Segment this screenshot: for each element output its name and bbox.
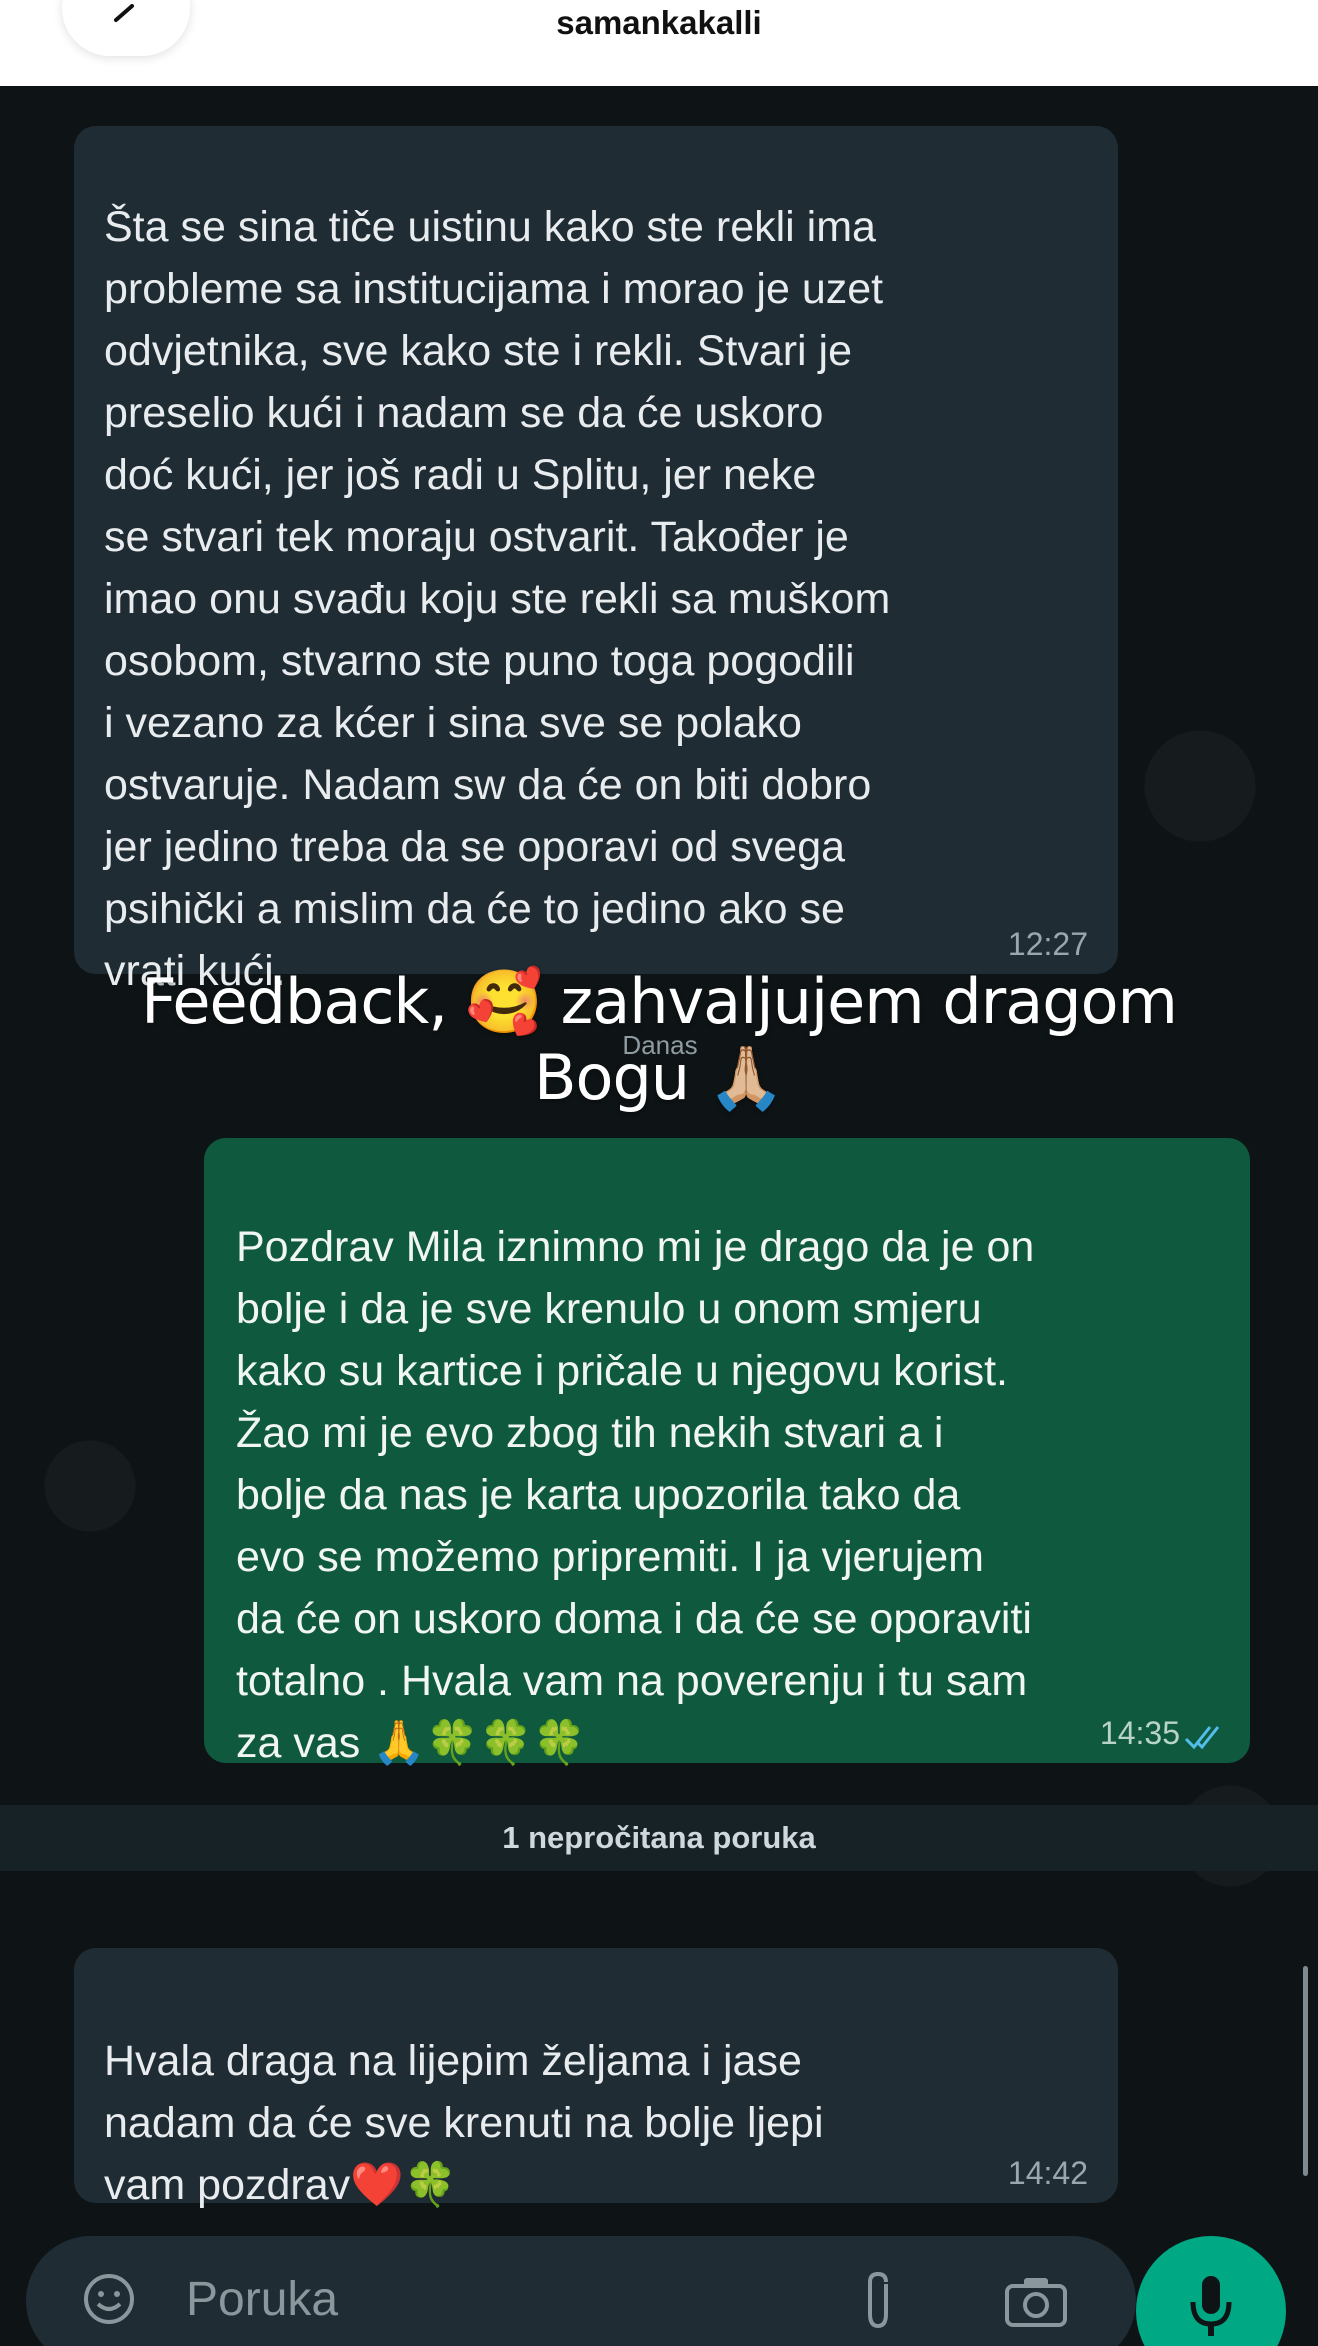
story-caption: Feedback, 🥰 zahvaljujem dragom Bogu 🙏🏼 (0, 964, 1318, 1116)
message-time: 12:27 (1007, 926, 1088, 962)
attach-icon[interactable] (856, 2270, 900, 2332)
message-text: Pozdrav Mila iznimno mi je drago da je o… (236, 1223, 1035, 1767)
message-time: 14:35 (1099, 1715, 1180, 1751)
message-input[interactable]: Poruka (186, 2272, 338, 2327)
chat-screenshot: Šta se sina tiče uistinu kako ste rekli … (0, 86, 1318, 2346)
mic-icon (1190, 2276, 1232, 2336)
incoming-message[interactable]: Šta se sina tiče uistinu kako ste rekli … (74, 126, 1118, 995)
username-title[interactable]: samankakalli (0, 4, 1318, 42)
caption-line-2: Bogu 🙏🏼 (533, 1041, 785, 1114)
message-text: Šta se sina tiče uistinu kako ste rekli … (104, 203, 891, 995)
message-time: 14:42 (1007, 2155, 1088, 2191)
camera-icon[interactable] (1004, 2276, 1068, 2328)
story-header: samankakalli (0, 0, 1318, 86)
message-text: Hvala draga na lijepim željama i jase na… (104, 2037, 824, 2209)
incoming-message[interactable]: Hvala draga na lijepim željama i jase na… (74, 1948, 1118, 2209)
double-check-icon (1184, 1726, 1220, 1750)
message-composer[interactable]: Poruka (26, 2236, 1136, 2346)
caption-line-1: Feedback, 🥰 zahvaljujem dragom (141, 965, 1178, 1038)
outgoing-message[interactable]: Pozdrav Mila iznimno mi je drago da je o… (204, 1138, 1250, 1767)
mic-button[interactable] (1136, 2236, 1286, 2346)
story-page: samankakalli Šta se sina tiče uistinu ka… (0, 0, 1318, 2346)
unread-banner: 1 nepročitana poruka (0, 1805, 1318, 1871)
emoji-icon[interactable] (82, 2272, 136, 2326)
scrollbar[interactable] (1303, 1966, 1308, 2176)
